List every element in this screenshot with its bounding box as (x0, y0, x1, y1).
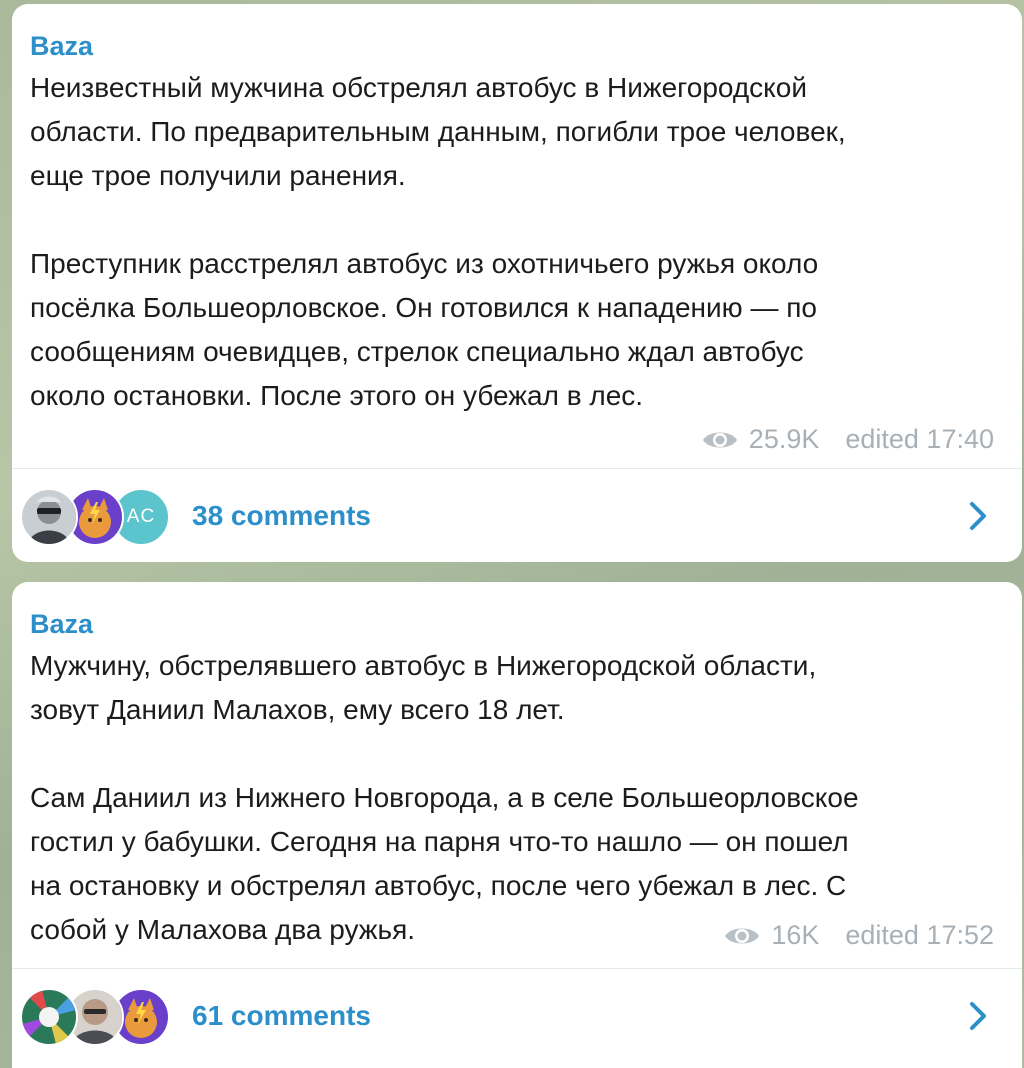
chevron-right-icon[interactable] (964, 998, 992, 1034)
edited-time: edited 17:52 (845, 920, 994, 950)
comments-button[interactable]: 61 comments (12, 970, 1022, 1062)
post-body: Baza Неизвестный мужчина обстрелял автоб… (12, 4, 1022, 418)
channel-name[interactable]: Baza (30, 26, 994, 66)
divider (12, 468, 1022, 469)
eye-icon (702, 432, 737, 447)
eye-icon (725, 928, 760, 943)
avatar-photo-colorful-light (20, 988, 78, 1046)
channel-post: Baza Неизвестный мужчина обстрелял автоб… (12, 4, 1022, 562)
post-paragraph: Преступник расстрелял автобус из охотнич… (30, 248, 819, 411)
post-paragraph: Мужчину, обстрелявшего автобус в Нижегор… (30, 650, 817, 725)
comments-count[interactable]: 38 comments (192, 500, 964, 532)
chevron-right-icon[interactable] (964, 498, 992, 534)
post-meta: 25.9K edited 17:40 (701, 424, 994, 455)
comments-count[interactable]: 61 comments (192, 1000, 964, 1032)
view-count: 25.9K (748, 424, 820, 454)
divider (12, 968, 1022, 969)
edited-time: edited 17:40 (845, 424, 994, 454)
post-body: Baza Мужчину, обстрелявшего автобус в Ни… (12, 582, 1022, 952)
avatar-photo-man-sunglasses (20, 488, 78, 546)
post-meta: 16K edited 17:52 (723, 920, 994, 951)
post-paragraph: Неизвестный мужчина обстрелял автобус в … (30, 72, 846, 191)
comments-button[interactable]: AC 38 comments (12, 470, 1022, 562)
commenter-avatars (20, 986, 180, 1046)
channel-post: Baza Мужчину, обстрелявшего автобус в Ни… (12, 582, 1022, 1068)
commenter-avatars: AC (20, 486, 180, 546)
channel-name[interactable]: Baza (30, 604, 994, 644)
view-count: 16K (771, 920, 820, 950)
